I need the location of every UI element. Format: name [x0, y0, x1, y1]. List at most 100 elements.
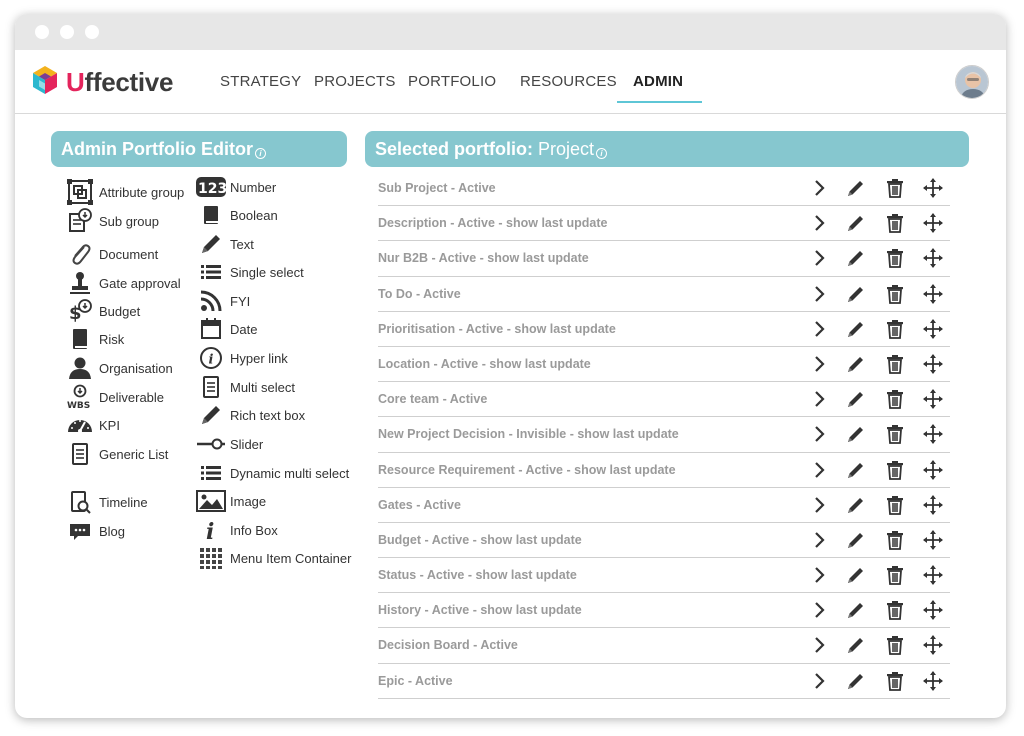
field-kpi[interactable]: KPI	[65, 411, 120, 439]
edit-pencil-icon[interactable]	[845, 634, 867, 656]
trash-icon[interactable]	[884, 177, 906, 199]
trash-icon[interactable]	[884, 247, 906, 269]
nav-resources[interactable]: RESOURCES	[520, 73, 617, 90]
chevron-right-icon[interactable]	[808, 353, 830, 375]
field-gate-approval[interactable]: Gate approval	[65, 269, 181, 297]
trash-icon[interactable]	[884, 564, 906, 586]
chevron-right-icon[interactable]	[808, 529, 830, 551]
field-attribute-group[interactable]: Attribute group	[65, 178, 184, 206]
chevron-right-icon[interactable]	[808, 247, 830, 269]
field-sub-group[interactable]: Sub group	[65, 207, 159, 235]
move-arrows-icon[interactable]	[922, 177, 944, 199]
edit-pencil-icon[interactable]	[845, 599, 867, 621]
nav-strategy[interactable]: STRATEGY	[220, 73, 301, 90]
table-row[interactable]: Gates - Active	[378, 488, 950, 523]
field-number[interactable]: 123 Number	[196, 173, 276, 201]
trash-icon[interactable]	[884, 670, 906, 692]
move-arrows-icon[interactable]	[922, 670, 944, 692]
chevron-right-icon[interactable]	[808, 318, 830, 340]
chevron-right-icon[interactable]	[808, 423, 830, 445]
trash-icon[interactable]	[884, 318, 906, 340]
table-row[interactable]: To Do - Active	[378, 277, 950, 312]
trash-icon[interactable]	[884, 212, 906, 234]
table-row[interactable]: Decision Board - Active	[378, 628, 950, 664]
field-image[interactable]: Image	[196, 487, 266, 515]
table-row[interactable]: Epic - Active	[378, 664, 950, 699]
move-arrows-icon[interactable]	[922, 494, 944, 516]
chevron-right-icon[interactable]	[808, 670, 830, 692]
field-dynamic-multi-select[interactable]: Dynamic multi select	[196, 459, 349, 487]
table-row[interactable]: Nur B2B - Active - show last update	[378, 241, 950, 277]
trash-icon[interactable]	[884, 459, 906, 481]
trash-icon[interactable]	[884, 388, 906, 410]
field-fyi[interactable]: FYI	[196, 287, 250, 315]
chevron-right-icon[interactable]	[808, 177, 830, 199]
move-arrows-icon[interactable]	[922, 564, 944, 586]
field-boolean[interactable]: Boolean	[196, 201, 278, 229]
move-arrows-icon[interactable]	[922, 318, 944, 340]
field-single-select[interactable]: Single select	[196, 258, 304, 286]
user-avatar[interactable]	[955, 65, 989, 99]
move-arrows-icon[interactable]	[922, 529, 944, 551]
edit-pencil-icon[interactable]	[845, 494, 867, 516]
move-arrows-icon[interactable]	[922, 459, 944, 481]
chevron-right-icon[interactable]	[808, 494, 830, 516]
nav-admin[interactable]: ADMIN	[633, 73, 683, 90]
trash-icon[interactable]	[884, 634, 906, 656]
brand-logo[interactable]: Uffective	[29, 64, 173, 101]
table-row[interactable]: Location - Active - show last update	[378, 347, 950, 383]
table-row[interactable]: Budget - Active - show last update	[378, 523, 950, 559]
move-arrows-icon[interactable]	[922, 634, 944, 656]
nav-portfolio[interactable]: PORTFOLIO	[408, 73, 496, 90]
table-row[interactable]: Sub Project - Active	[378, 171, 950, 207]
field-menu-item-container[interactable]: Menu Item Container	[196, 544, 351, 572]
edit-pencil-icon[interactable]	[845, 564, 867, 586]
table-row[interactable]: New Project Decision - Invisible - show …	[378, 417, 950, 453]
edit-pencil-icon[interactable]	[845, 247, 867, 269]
trash-icon[interactable]	[884, 494, 906, 516]
move-arrows-icon[interactable]	[922, 423, 944, 445]
field-generic-list[interactable]: Generic List	[65, 440, 168, 468]
edit-pencil-icon[interactable]	[845, 212, 867, 234]
field-hyper-link[interactable]: i Hyper link	[196, 344, 288, 372]
field-info-box[interactable]: i Info Box	[196, 516, 278, 544]
trash-icon[interactable]	[884, 599, 906, 621]
chevron-right-icon[interactable]	[808, 388, 830, 410]
move-arrows-icon[interactable]	[922, 247, 944, 269]
edit-pencil-icon[interactable]	[845, 353, 867, 375]
field-date[interactable]: Date	[196, 315, 257, 343]
move-arrows-icon[interactable]	[922, 283, 944, 305]
field-budget[interactable]: $ Budget	[65, 297, 140, 325]
table-row[interactable]: Description - Active - show last update	[378, 206, 950, 242]
field-deliverable[interactable]: WBS Deliverable	[65, 383, 164, 411]
info-icon[interactable]: i	[254, 148, 266, 159]
edit-pencil-icon[interactable]	[845, 318, 867, 340]
nav-projects[interactable]: PROJECTS	[314, 73, 396, 90]
chevron-right-icon[interactable]	[808, 459, 830, 481]
table-row[interactable]: Resource Requirement - Active - show las…	[378, 453, 950, 488]
chevron-right-icon[interactable]	[808, 634, 830, 656]
edit-pencil-icon[interactable]	[845, 283, 867, 305]
field-risk[interactable]: Risk	[65, 325, 124, 353]
trash-icon[interactable]	[884, 283, 906, 305]
move-arrows-icon[interactable]	[922, 388, 944, 410]
move-arrows-icon[interactable]	[922, 212, 944, 234]
trash-icon[interactable]	[884, 423, 906, 445]
edit-pencil-icon[interactable]	[845, 388, 867, 410]
edit-pencil-icon[interactable]	[845, 670, 867, 692]
table-row[interactable]: Prioritisation - Active - show last upda…	[378, 312, 950, 347]
table-row[interactable]: Status - Active - show last update	[378, 558, 950, 594]
move-arrows-icon[interactable]	[922, 353, 944, 375]
edit-pencil-icon[interactable]	[845, 423, 867, 445]
chevron-right-icon[interactable]	[808, 564, 830, 586]
edit-pencil-icon[interactable]	[845, 459, 867, 481]
edit-pencil-icon[interactable]	[845, 177, 867, 199]
chevron-right-icon[interactable]	[808, 283, 830, 305]
chevron-right-icon[interactable]	[808, 599, 830, 621]
field-text[interactable]: Text	[196, 230, 254, 258]
field-slider[interactable]: Slider	[196, 430, 263, 458]
trash-icon[interactable]	[884, 529, 906, 551]
field-multi-select[interactable]: Multi select	[196, 373, 295, 401]
field-document[interactable]: Document	[65, 240, 158, 268]
table-row[interactable]: History - Active - show last update	[378, 593, 950, 629]
